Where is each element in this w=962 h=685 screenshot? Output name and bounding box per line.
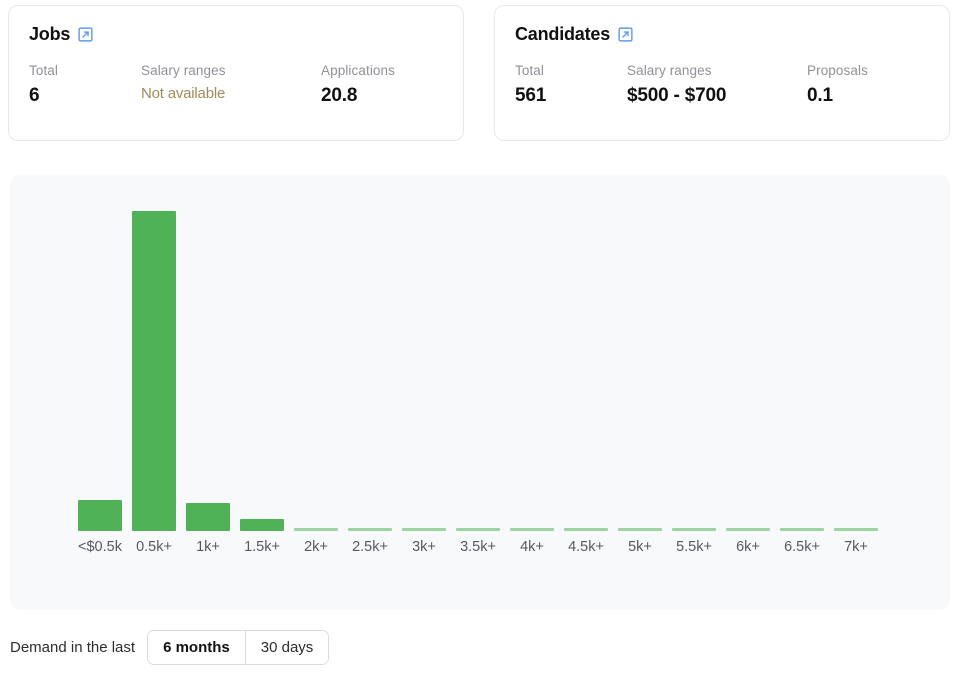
x-axis-tick-label: 4.5k+ <box>568 539 604 555</box>
external-link-icon[interactable] <box>617 26 634 43</box>
period-option-30-days[interactable]: 30 days <box>245 631 329 664</box>
x-axis-tick-label: 5.5k+ <box>676 539 712 555</box>
metric-label: Total <box>29 63 59 78</box>
x-axis-tick-label: 5k+ <box>628 539 652 555</box>
x-axis-tick-label: 2k+ <box>304 539 328 555</box>
chart-x-axis-labels: <$0.5k 0.5k+ 1k+ 1.5k+ 2k+ 2.5k+ 3k+ 3.5k+ 4k+ 4.… <box>78 537 932 558</box>
x-axis-tick-label: 6k+ <box>736 539 760 555</box>
bar-slot[interactable] <box>294 193 338 531</box>
x-axis-tick-label: 1.5k+ <box>244 539 280 555</box>
metric-value: 6 <box>29 85 40 106</box>
jobs-summary-card: Jobs Total 6 Salary ranges Not available… <box>8 5 464 141</box>
candidates-card-title: Candidates <box>515 24 611 44</box>
x-axis-tick-label: 1k+ <box>196 539 220 555</box>
metric-value: 0.1 <box>807 85 833 106</box>
bar-slot[interactable] <box>240 193 284 531</box>
chart-bar[interactable] <box>510 528 554 531</box>
metric-label: Proposals <box>807 63 868 78</box>
jobs-card-title: Jobs <box>29 24 71 44</box>
metric-salary-ranges: Salary ranges $500 - $700 <box>627 63 807 107</box>
chart-plot-area <box>78 193 932 531</box>
chart-bars <box>78 193 932 531</box>
chart-bar[interactable] <box>402 528 446 531</box>
candidates-summary-card: Candidates Total 561 Salary ranges $500 … <box>494 5 950 141</box>
bar-slot[interactable] <box>186 193 230 531</box>
chart-bar[interactable] <box>618 528 662 531</box>
chart-bar[interactable] <box>726 528 770 531</box>
bar-slot[interactable] <box>564 193 608 531</box>
demand-period-control: Demand in the last 6 months 30 days <box>10 630 330 665</box>
metric-value: Not available <box>141 85 226 102</box>
bar-slot[interactable] <box>510 193 554 531</box>
metric-label: Total <box>515 63 545 78</box>
x-axis-tick-label: 0.5k+ <box>136 539 172 555</box>
x-axis-tick-label: <$0.5k <box>78 539 122 555</box>
bar-slot[interactable] <box>780 193 824 531</box>
candidates-card-header: Candidates <box>515 24 929 45</box>
chart-bar[interactable] <box>564 528 608 531</box>
chart-bar[interactable] <box>294 528 338 531</box>
chart-bar[interactable] <box>186 503 230 531</box>
x-axis-tick-label: 3k+ <box>412 539 436 555</box>
jobs-card-header: Jobs <box>29 24 443 45</box>
x-axis-tick-label: 4k+ <box>520 539 544 555</box>
chart-bar[interactable] <box>132 211 176 531</box>
metric-value: 561 <box>515 85 547 106</box>
x-axis-tick-label: 6.5k+ <box>784 539 820 555</box>
period-segmented-control[interactable]: 6 months 30 days <box>147 630 330 665</box>
salary-distribution-chart: <$0.5k 0.5k+ 1k+ 1.5k+ 2k+ 2.5k+ 3k+ 3.5k+ 4k+ 4.… <box>10 175 950 610</box>
metric-applications: Applications 20.8 <box>321 63 443 107</box>
x-axis-tick-label: 3.5k+ <box>460 539 496 555</box>
chart-bar[interactable] <box>834 528 878 531</box>
metric-value: $500 - $700 <box>627 85 727 106</box>
bar-slot[interactable] <box>618 193 662 531</box>
period-option-6-months[interactable]: 6 months <box>148 631 245 664</box>
metric-label: Salary ranges <box>141 63 226 78</box>
demand-label: Demand in the last <box>10 639 136 656</box>
x-axis-tick-label: 2.5k+ <box>352 539 388 555</box>
chart-bar[interactable] <box>348 528 392 531</box>
chart-bar[interactable] <box>672 528 716 531</box>
bar-slot[interactable] <box>132 193 176 531</box>
bar-slot[interactable] <box>402 193 446 531</box>
jobs-metrics: Total 6 Salary ranges Not available Appl… <box>29 63 443 107</box>
x-axis-tick-label: 7k+ <box>844 539 868 555</box>
metric-value: 20.8 <box>321 85 358 106</box>
bar-slot[interactable] <box>726 193 770 531</box>
chart-bar[interactable] <box>780 528 824 531</box>
external-link-icon[interactable] <box>77 26 94 43</box>
bar-slot[interactable] <box>834 193 878 531</box>
bar-slot[interactable] <box>456 193 500 531</box>
metric-proposals: Proposals 0.1 <box>807 63 929 107</box>
chart-bar[interactable] <box>78 500 122 531</box>
metric-label: Salary ranges <box>627 63 712 78</box>
candidates-metrics: Total 561 Salary ranges $500 - $700 Prop… <box>515 63 929 107</box>
bar-slot[interactable] <box>672 193 716 531</box>
bar-slot[interactable] <box>78 193 122 531</box>
summary-cards-row: Jobs Total 6 Salary ranges Not available… <box>0 0 962 141</box>
metric-salary-ranges: Salary ranges Not available <box>141 63 321 107</box>
bar-slot[interactable] <box>348 193 392 531</box>
metric-label: Applications <box>321 63 395 78</box>
chart-bar[interactable] <box>240 519 284 531</box>
chart-bar[interactable] <box>456 528 500 531</box>
metric-total: Total 561 <box>515 63 627 107</box>
metric-total: Total 6 <box>29 63 141 107</box>
